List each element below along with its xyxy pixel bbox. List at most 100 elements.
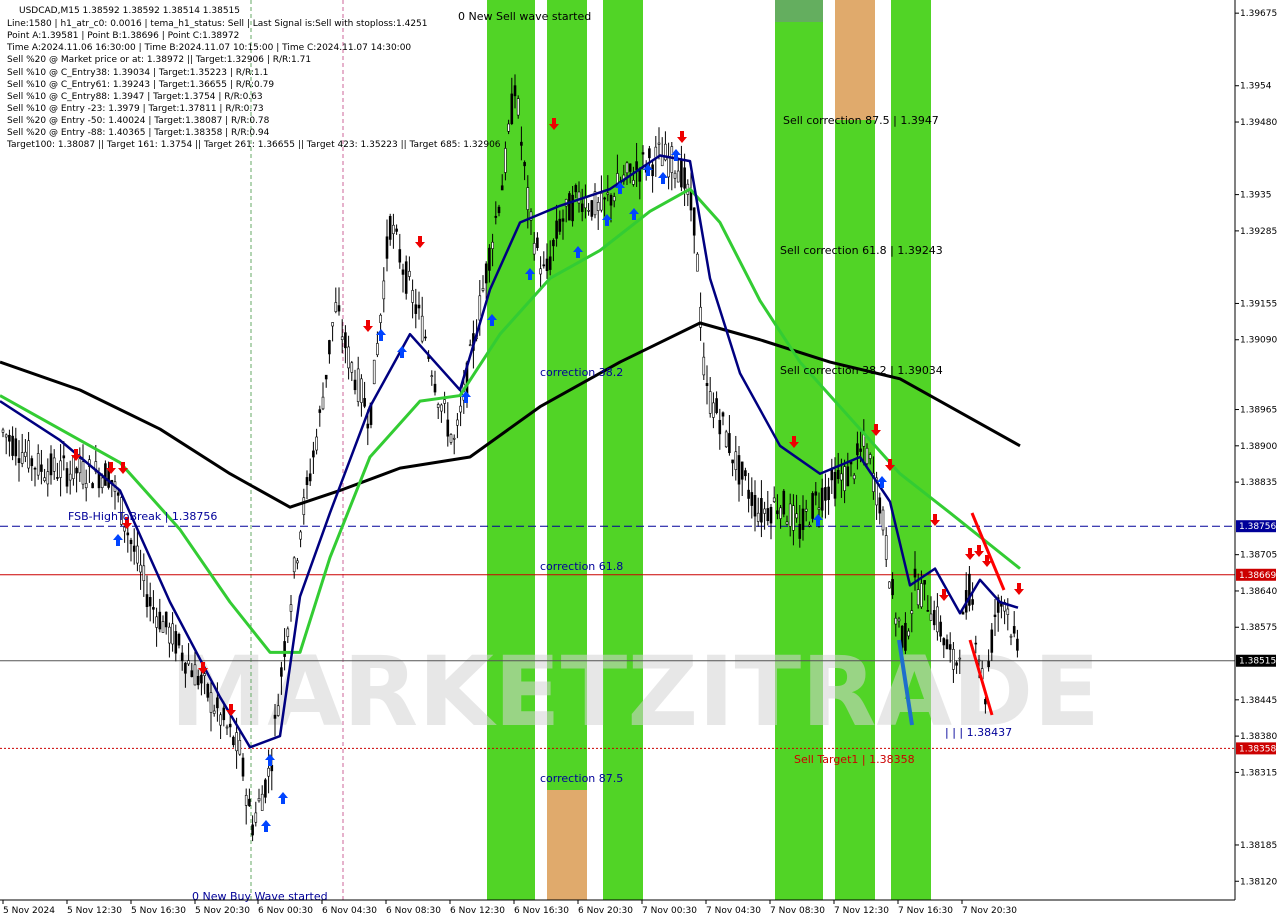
candle-body — [11, 435, 14, 456]
y-tick-label: 1.38120 — [1240, 877, 1277, 887]
candle-body — [715, 398, 718, 414]
x-tick-label: 6 Nov 16:30 — [514, 906, 569, 916]
x-tick-label: 6 Nov 04:30 — [322, 906, 377, 916]
candle-body — [929, 613, 933, 621]
candle-body — [331, 322, 334, 327]
candle-body — [136, 545, 139, 564]
candle-body — [14, 438, 18, 457]
candle-body — [945, 639, 949, 650]
candle-body — [100, 477, 104, 489]
candle-body — [72, 455, 75, 479]
candle-body — [193, 664, 197, 686]
candle-body — [939, 621, 942, 637]
x-tick-label: 6 Nov 00:30 — [258, 906, 313, 916]
candle-body — [696, 253, 699, 272]
x-tick-label: 7 Nov 04:30 — [706, 906, 761, 916]
candle-body — [689, 190, 693, 211]
annotation-sell-wave: 0 New Sell wave started — [458, 10, 591, 23]
candle-body — [260, 793, 264, 811]
annotation-sell-corr-38: Sell correction 38.2 | 1.39034 — [780, 364, 943, 377]
candle-body — [897, 618, 901, 622]
candle-body — [942, 638, 946, 646]
candle-body — [584, 197, 587, 209]
candle-body — [961, 612, 965, 615]
x-tick-label: 7 Nov 12:30 — [834, 906, 889, 916]
candle-body — [209, 692, 213, 713]
price-tag-label: 1.38669 — [1239, 571, 1276, 581]
info-line-8: Sell %10 @ Entry -23: 1.3979 | Target:1.… — [7, 104, 264, 114]
y-tick-label: 1.38705 — [1240, 551, 1277, 561]
candle-body — [283, 641, 286, 657]
candle-body — [251, 824, 254, 836]
x-tick-label: 6 Nov 08:30 — [386, 906, 441, 916]
y-tick-label: 1.39675 — [1240, 9, 1277, 19]
candle-body — [542, 264, 546, 267]
candle-body — [1012, 626, 1016, 634]
price-chart[interactable]: MARKETZITRADE 0 New Sell wave started 0 … — [0, 0, 1280, 920]
candle-body — [561, 218, 565, 222]
candle-body — [1006, 608, 1010, 615]
y-tick-label: 1.38380 — [1240, 732, 1277, 742]
candle-body — [497, 206, 501, 214]
candle-body — [536, 237, 539, 249]
candle-body — [446, 419, 450, 437]
candle-body — [315, 436, 318, 451]
annotation-sell-target1: Sell Target1 | 1.38358 — [794, 753, 915, 766]
candle-body — [606, 192, 610, 195]
candle-body — [376, 343, 379, 356]
candle-body — [385, 236, 389, 259]
price-tag-label: 1.38515 — [1239, 657, 1276, 667]
info-line-11: Target100: 1.38087 || Target 161: 1.3754… — [6, 140, 501, 150]
candle-body — [750, 492, 754, 506]
x-tick-label: 5 Nov 20:30 — [195, 906, 250, 916]
info-line-2: Point A:1.39581 | Point B:1.38696 | Poin… — [7, 31, 239, 41]
candle-body — [324, 374, 328, 380]
candle-body — [494, 215, 498, 218]
candle-body — [600, 193, 603, 211]
candle-body — [955, 662, 958, 666]
candle-body — [232, 736, 235, 746]
candle-body — [20, 452, 24, 464]
candle-body — [865, 447, 869, 464]
candle-body — [539, 268, 542, 275]
candle-body — [33, 467, 37, 470]
candle-body — [257, 798, 261, 802]
candle-body — [248, 798, 251, 807]
candle-body — [468, 344, 472, 347]
candle-body — [808, 524, 811, 527]
candle-body — [254, 812, 258, 823]
candle-body — [244, 795, 248, 806]
info-line-6: Sell %10 @ C_Entry61: 1.39243 | Target:1… — [7, 80, 274, 90]
annotation-sell-corr-87: Sell correction 87.5 | 1.3947 — [783, 114, 939, 127]
candle-body — [123, 526, 126, 532]
candle-body — [126, 532, 130, 536]
candle-body — [478, 295, 482, 321]
candle-body — [235, 732, 238, 752]
candle-body — [708, 391, 712, 414]
candle-body — [196, 675, 200, 686]
candle-body — [692, 207, 696, 236]
candle-body — [456, 419, 459, 426]
candle-body — [382, 280, 386, 300]
candle-body — [926, 610, 930, 612]
candle-body — [795, 513, 798, 519]
candle-body — [398, 249, 402, 263]
candle-body — [974, 642, 978, 645]
candle-body — [798, 523, 802, 539]
candle-body — [238, 740, 242, 755]
y-tick-label: 1.39090 — [1240, 336, 1277, 346]
candle-body — [145, 594, 149, 608]
candle-body — [318, 409, 322, 413]
candle-body — [728, 433, 731, 454]
candle-body — [228, 723, 232, 728]
candle-body — [753, 495, 757, 517]
info-line-7: Sell %10 @ C_Entry88: 1.3947 | Target:1.… — [7, 92, 263, 102]
candle-body — [222, 707, 226, 721]
candle-body — [430, 375, 434, 377]
candle-body — [46, 471, 50, 485]
candle-body — [894, 617, 898, 625]
candle-body — [766, 508, 770, 522]
candle-body — [305, 477, 309, 486]
candle-body — [1, 429, 5, 433]
candle-body — [657, 142, 661, 145]
